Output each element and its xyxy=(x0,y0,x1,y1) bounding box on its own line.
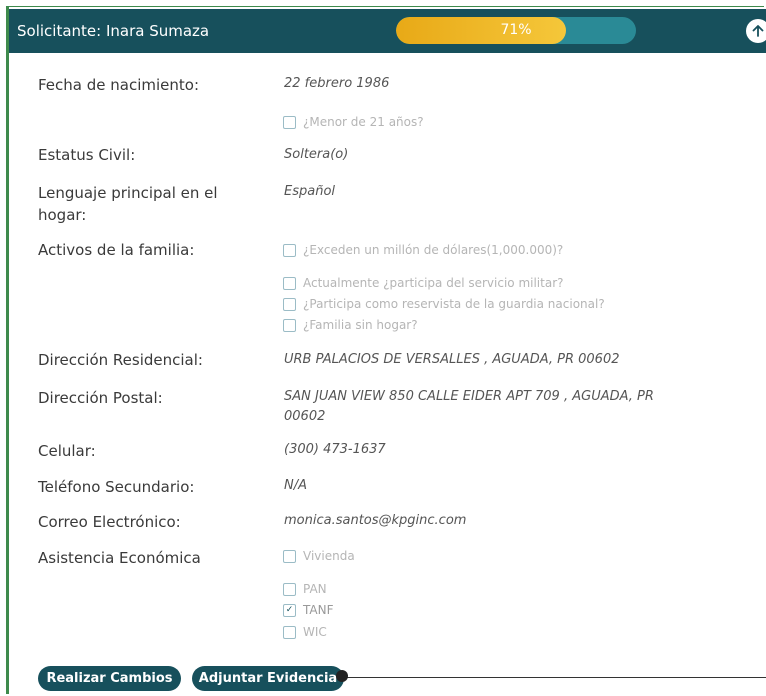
language-label-line2: hogar: xyxy=(38,206,87,224)
cell-label: Celular: xyxy=(38,442,96,460)
scroll-up-button[interactable] xyxy=(746,19,766,43)
economic-aid-label: Asistencia Económica xyxy=(38,549,201,567)
birthdate-label: Fecha de nacimiento: xyxy=(38,76,200,94)
wic-label: WIC xyxy=(303,625,327,639)
postal-address-value-line1: SAN JUAN VIEW 850 CALLE EIDER APT 709 , … xyxy=(284,389,654,404)
civil-status-value: Soltera(o) xyxy=(284,147,349,162)
applicant-header: Solicitante: Inara Sumaza 71% xyxy=(9,9,766,53)
checkbox-box[interactable] xyxy=(283,297,296,311)
language-value: Español xyxy=(284,184,336,199)
checkbox-box[interactable] xyxy=(283,243,296,257)
applicant-title: Solicitante: Inara Sumaza xyxy=(17,22,210,40)
under21-checkbox[interactable]: ¿Menor de 21 años? xyxy=(283,114,424,130)
under21-label: ¿Menor de 21 años? xyxy=(303,115,424,129)
progress-label: 71% xyxy=(500,22,532,38)
email-label: Correo Electrónico: xyxy=(38,513,181,531)
military-checkbox[interactable]: Actualmente ¿participa del servicio mili… xyxy=(283,275,564,291)
divider-line xyxy=(340,677,766,678)
birthdate-value: 22 febrero 1986 xyxy=(284,76,390,91)
tanf-label: TANF xyxy=(303,603,334,617)
postal-address-label: Dirección Postal: xyxy=(38,389,163,407)
postal-address-value-line2: 00602 xyxy=(284,409,326,424)
civil-status-label: Estatus Civil: xyxy=(38,146,136,164)
checkbox-box[interactable] xyxy=(283,625,296,639)
tanf-checkbox[interactable]: ✓ TANF xyxy=(283,602,334,618)
family-assets-label: Activos de la familia: xyxy=(38,241,195,259)
checkbox-box[interactable] xyxy=(283,276,296,290)
checked-icon[interactable]: ✓ xyxy=(283,603,296,617)
reservist-checkbox[interactable]: ¿Participa como reservista de la guardia… xyxy=(283,296,605,312)
checkbox-box[interactable] xyxy=(283,115,296,129)
wic-checkbox[interactable]: WIC xyxy=(283,624,327,640)
checkbox-box[interactable] xyxy=(283,549,296,563)
secondary-phone-label: Teléfono Secundario: xyxy=(38,478,195,496)
military-label: Actualmente ¿participa del servicio mili… xyxy=(303,276,564,290)
arrow-up-icon xyxy=(752,25,764,37)
secondary-phone-value: N/A xyxy=(284,478,307,493)
assets-million-checkbox[interactable]: ¿Exceden un millón de dólares(1,000.000)… xyxy=(283,242,563,258)
pan-checkbox[interactable]: PAN xyxy=(283,581,327,597)
language-label-line1: Lenguaje principal en el xyxy=(38,184,218,202)
progress-bar: 71% xyxy=(396,17,636,44)
homeless-label: ¿Familia sin hogar? xyxy=(303,318,418,332)
checkbox-box[interactable] xyxy=(283,318,296,332)
vivienda-checkbox[interactable]: Vivienda xyxy=(283,548,355,564)
make-changes-button[interactable]: Realizar Cambios xyxy=(38,666,181,691)
cell-value: (300) 473-1637 xyxy=(284,442,386,457)
pan-label: PAN xyxy=(303,582,327,596)
slider-handle[interactable] xyxy=(336,670,348,682)
checkbox-box[interactable] xyxy=(283,582,296,596)
email-value: monica.santos@kpginc.com xyxy=(284,513,467,528)
attach-evidence-button[interactable]: Adjuntar Evidencia xyxy=(192,666,344,691)
assets-million-label: ¿Exceden un millón de dólares(1,000.000)… xyxy=(303,243,564,257)
residential-address-value: URB PALACIOS DE VERSALLES , AGUADA, PR 0… xyxy=(284,352,620,367)
homeless-checkbox[interactable]: ¿Familia sin hogar? xyxy=(283,317,418,333)
residential-address-label: Dirección Residencial: xyxy=(38,351,203,369)
reservist-label: ¿Participa como reservista de la guardia… xyxy=(303,297,605,311)
vivienda-label: Vivienda xyxy=(303,549,355,563)
